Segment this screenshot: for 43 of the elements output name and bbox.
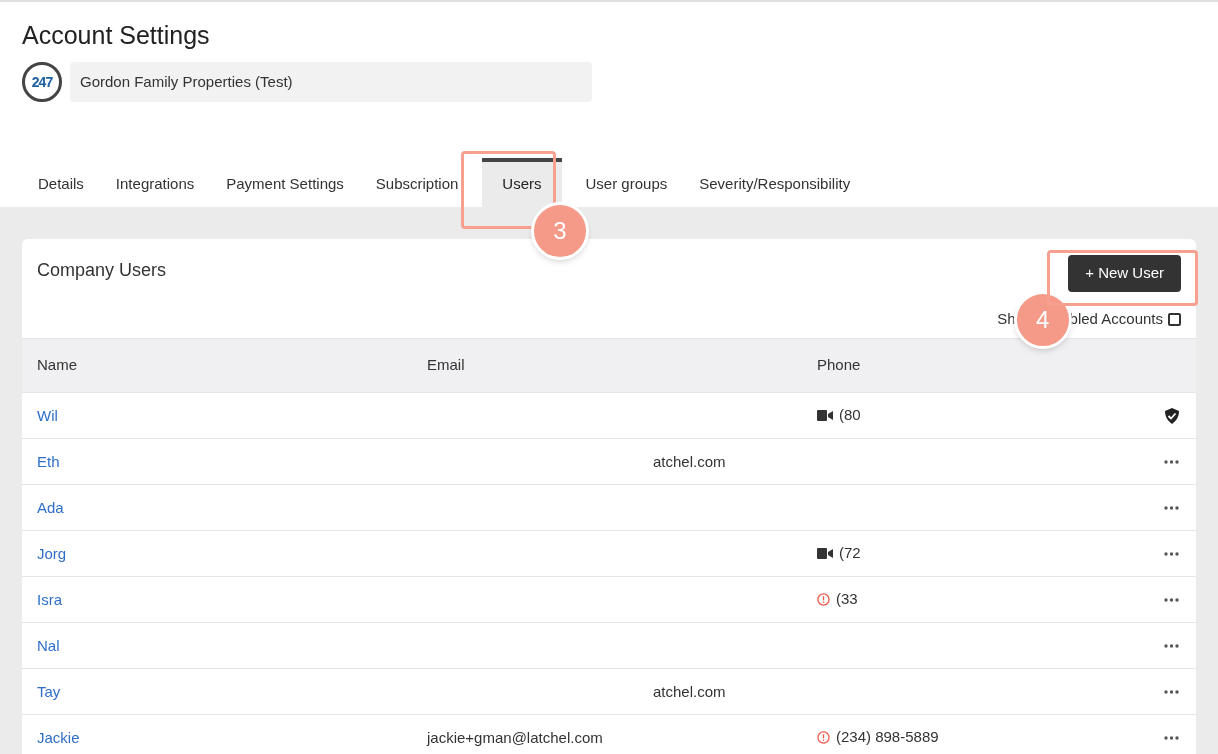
tab[interactable]: Details — [22, 158, 100, 207]
video-camera-icon — [817, 548, 833, 559]
tab[interactable]: Subscription — [359, 158, 475, 207]
user-name-link[interactable]: Jorg — [37, 544, 67, 562]
email-text: atchel.com — [653, 682, 726, 700]
alert-icon — [817, 593, 830, 606]
phone-text: (72 — [839, 543, 861, 564]
shield-check-icon[interactable] — [1165, 407, 1179, 424]
alert-icon — [817, 731, 830, 744]
more-options-icon[interactable] — [1164, 551, 1179, 556]
card-title: Company Users — [37, 259, 167, 282]
more-options-icon[interactable] — [1164, 505, 1179, 510]
checkbox-label-end: bled Accounts — [1069, 309, 1163, 329]
column-header: Name — [37, 355, 78, 376]
user-name-link[interactable]: Wil — [37, 406, 58, 424]
more-options-icon[interactable] — [1164, 643, 1179, 648]
more-options-icon[interactable] — [1164, 689, 1179, 694]
company-logo: 247 — [22, 62, 62, 102]
more-options-icon[interactable] — [1164, 735, 1179, 740]
tab[interactable]: Users — [482, 158, 562, 207]
user-name-link[interactable]: Jackie — [37, 728, 80, 746]
checkbox-label-start: Sh — [997, 309, 1016, 329]
user-name-link[interactable]: Nal — [37, 636, 60, 654]
phone-text: (33 — [836, 589, 858, 610]
user-name-link[interactable]: Tay — [37, 682, 61, 700]
more-options-icon[interactable] — [1164, 597, 1179, 602]
phone-text: (80 — [839, 405, 861, 426]
email-text: jackie+gman@latchel.com — [427, 728, 603, 746]
more-options-icon[interactable] — [1164, 459, 1179, 464]
tab[interactable]: Severity/Responsibility — [683, 158, 867, 207]
user-name-link[interactable]: Eth — [37, 452, 60, 470]
new-user-button[interactable]: + New User — [1068, 255, 1181, 292]
company-name-field: Gordon Family Properties (Test) — [70, 62, 592, 102]
column-header: Phone — [817, 355, 862, 376]
phone-text: (234) 898-5889 — [836, 727, 939, 748]
tab[interactable]: Payment Settings — [210, 158, 360, 207]
tab[interactable]: Integrations — [99, 158, 211, 207]
email-text: atchel.com — [653, 452, 726, 470]
column-header: Email — [427, 355, 466, 376]
video-camera-icon — [817, 410, 833, 421]
user-name-link[interactable]: Isra — [37, 590, 62, 608]
user-name-link[interactable]: Ada — [37, 498, 64, 516]
page-title: Account Settings — [22, 20, 211, 50]
